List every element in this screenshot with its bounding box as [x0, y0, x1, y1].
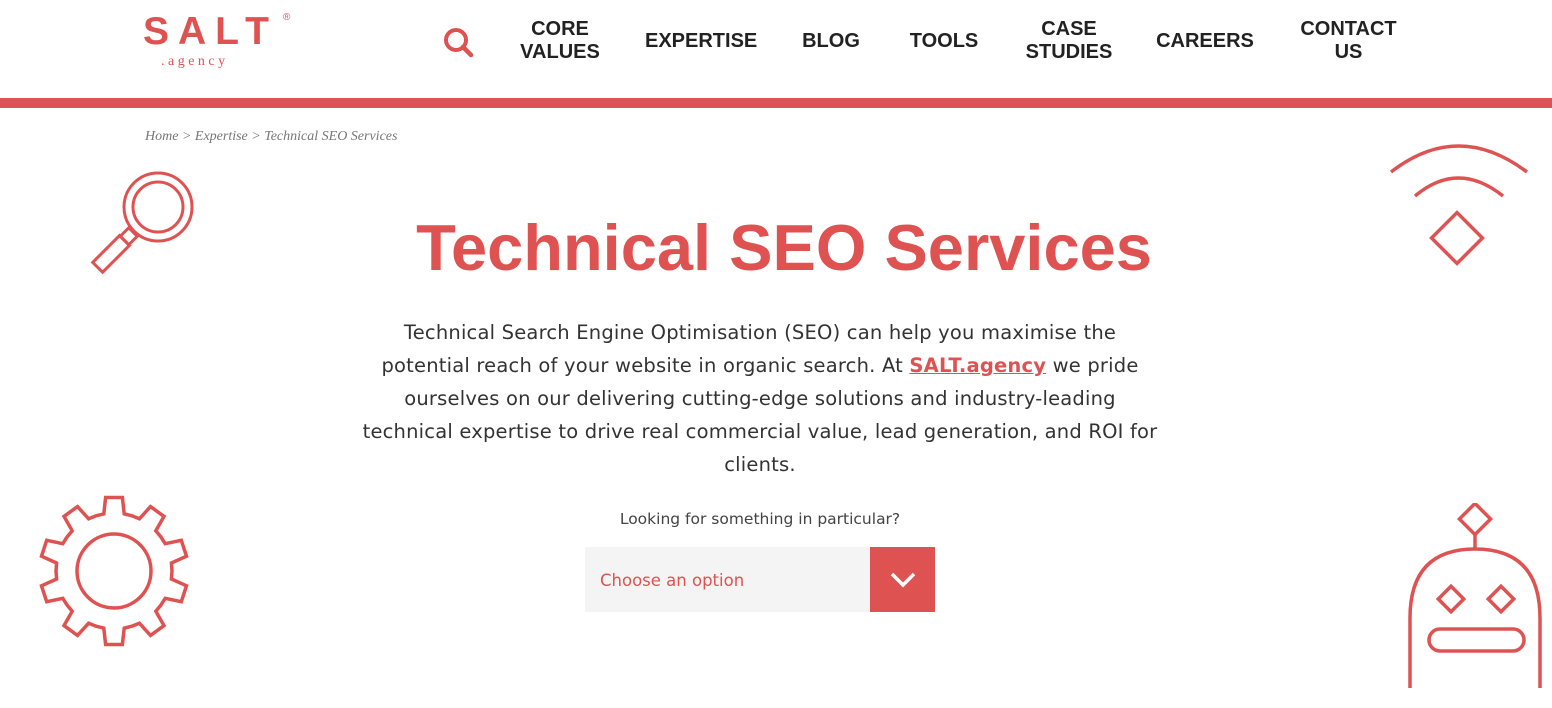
nav-careers[interactable]: CAREERS: [1155, 30, 1255, 53]
nav-label: TOOLS: [909, 30, 979, 52]
nav-label-line2: US: [1334, 41, 1363, 63]
gear-icon: [39, 495, 189, 647]
search-icon[interactable]: [443, 27, 475, 59]
expertise-select[interactable]: Choose an option: [585, 547, 935, 612]
nav-label-line1: CORE: [531, 18, 589, 40]
header-accent-bar: [0, 98, 1552, 108]
nav-label-line1: CASE: [1041, 18, 1097, 40]
select-toggle-button[interactable]: [870, 547, 935, 612]
filter-label: Looking for something in particular?: [619, 510, 901, 528]
nav-label-line2: STUDIES: [1025, 41, 1113, 63]
intro-paragraph: Technical Search Engine Optimisation (SE…: [360, 316, 1160, 481]
nav-label: EXPERTISE: [645, 30, 758, 52]
nav-expertise[interactable]: EXPERTISE: [645, 30, 757, 53]
registered-mark: ®: [283, 12, 291, 23]
logo-tagline: .agency: [161, 54, 229, 69]
nav-label-line2: VALUES: [520, 41, 600, 63]
nav-label: CAREERS: [1156, 30, 1254, 52]
breadcrumb-expertise[interactable]: Expertise: [195, 129, 248, 144]
nav-tools[interactable]: TOOLS: [905, 30, 983, 53]
select-value: Choose an option: [600, 571, 745, 590]
breadcrumb-home[interactable]: Home: [145, 129, 178, 144]
nav-label-line1: CONTACT: [1300, 18, 1397, 40]
chevron-down-icon: [890, 572, 915, 587]
site-header: SALT ® .agency CORE VALUES EXPERTISE BLO…: [0, 0, 1552, 98]
breadcrumb: Home > Expertise > Technical SEO Service…: [145, 129, 397, 145]
nav-contact-us[interactable]: CONTACT US: [1296, 18, 1401, 64]
robot-icon: [1408, 503, 1542, 688]
logo-wordmark: SALT: [143, 10, 278, 53]
breadcrumb-current: Technical SEO Services: [264, 129, 398, 144]
logo[interactable]: SALT ® .agency: [143, 10, 303, 74]
nav-label: BLOG: [802, 30, 860, 52]
page-title: Technical SEO Services: [416, 211, 1152, 284]
nav-blog[interactable]: BLOG: [798, 30, 864, 53]
nav-core-values[interactable]: CORE VALUES: [515, 18, 605, 64]
salt-agency-link[interactable]: SALT.agency: [909, 354, 1046, 377]
breadcrumb-separator: >: [181, 129, 192, 144]
nav-case-studies[interactable]: CASE STUDIES: [1022, 18, 1116, 64]
breadcrumb-separator: >: [251, 129, 261, 144]
